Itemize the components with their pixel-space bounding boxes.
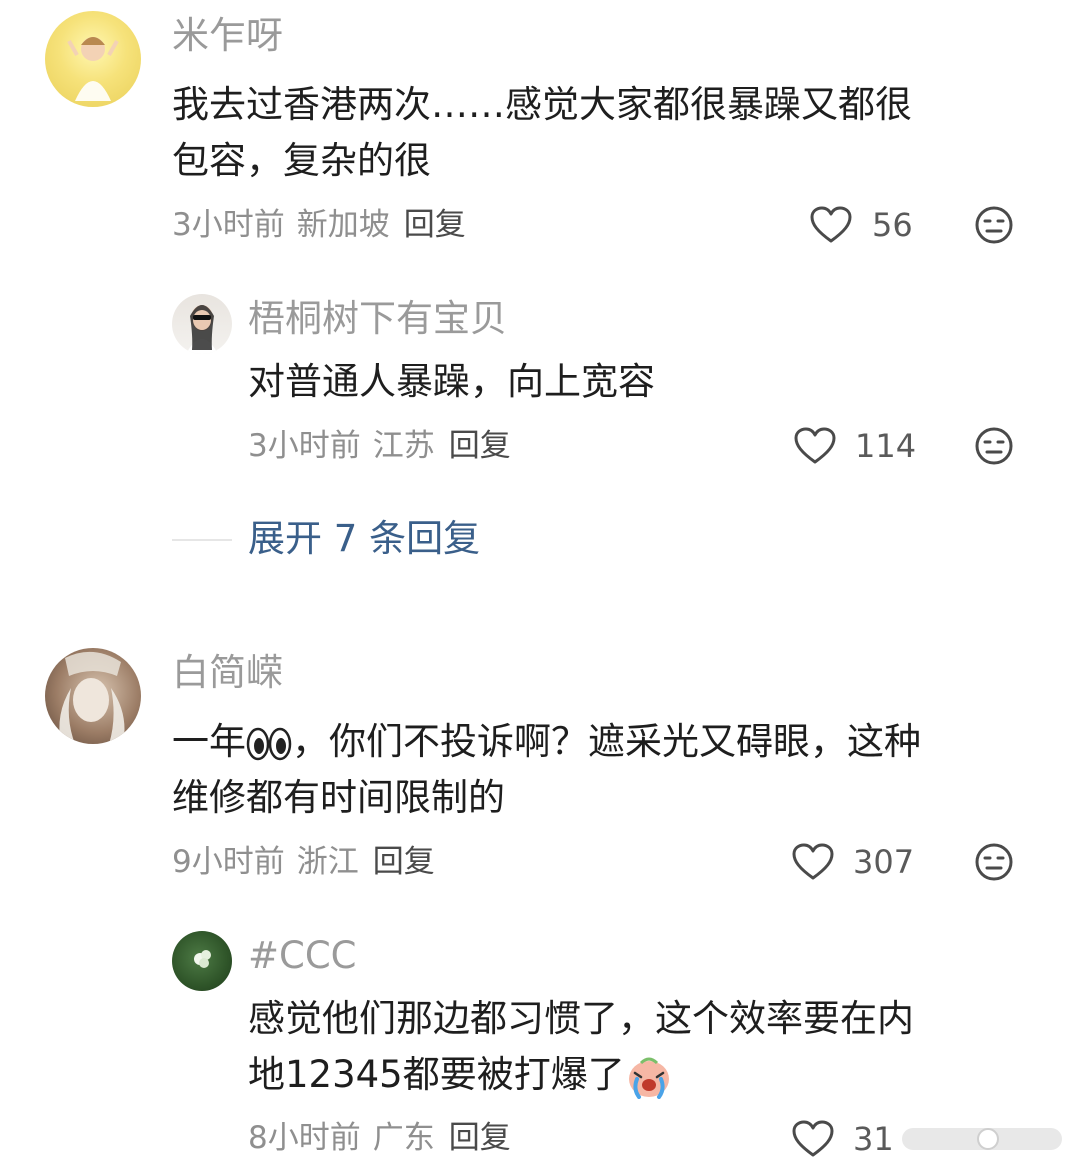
reply-username[interactable]: #CCC bbox=[248, 934, 357, 978]
comment-meta: 3小时前 新加坡 回复 bbox=[172, 205, 466, 245]
heart-outline-icon[interactable] bbox=[791, 842, 835, 882]
comment-text-line: 维修都有时间限制的 bbox=[172, 776, 505, 819]
expand-divider bbox=[172, 539, 232, 541]
like-count: 114 bbox=[855, 427, 917, 465]
reply-location: 江苏 bbox=[372, 428, 435, 464]
reply-location: 广东 bbox=[372, 1120, 435, 1156]
reply-meta: 3小时前 江苏 回复 bbox=[248, 426, 511, 466]
reply-text-part: 地12345都要被打爆了 bbox=[248, 1053, 625, 1096]
neutral-face-icon[interactable] bbox=[974, 205, 1014, 245]
comment-meta: 9小时前 浙江 回复 bbox=[172, 842, 435, 882]
comment-location: 新加坡 bbox=[296, 207, 390, 243]
eyes-emoji bbox=[246, 727, 292, 760]
reply-text-line: 地12345都要被打爆了 bbox=[248, 1047, 673, 1103]
expand-replies-button[interactable]: 展开 7 条回复 bbox=[248, 516, 480, 562]
heart-outline-icon[interactable] bbox=[791, 1119, 835, 1159]
reply-meta: 8小时前 广东 回复 bbox=[248, 1118, 511, 1158]
reply-time: 3小时前 bbox=[248, 428, 361, 464]
avatar-user-2[interactable] bbox=[172, 294, 232, 354]
avatar-user-4[interactable] bbox=[172, 931, 232, 991]
heart-outline-icon[interactable] bbox=[809, 205, 853, 245]
crying-emoji bbox=[628, 1057, 669, 1099]
watermark-overlay bbox=[892, 1118, 1072, 1160]
comment-text-part: 一年 bbox=[172, 720, 246, 763]
like-count: 56 bbox=[872, 206, 913, 244]
comment-text-part: ，你们不投诉啊？遮采光又碍眼，这种 bbox=[292, 720, 921, 763]
reply-username[interactable]: 梧桐树下有宝贝 bbox=[248, 297, 507, 341]
reply-text-line: 对普通人暴躁，向上宽容 bbox=[248, 360, 655, 403]
reply-button[interactable]: 回复 bbox=[404, 207, 466, 243]
comment-username[interactable]: 米乍呀 bbox=[172, 14, 283, 58]
reply-button[interactable]: 回复 bbox=[449, 428, 511, 464]
portrait-illustration bbox=[59, 651, 125, 744]
clover-illustration bbox=[194, 950, 211, 968]
reply-text-line: 感觉他们那边都习惯了，这个效率要在内 bbox=[248, 997, 914, 1040]
portrait-illustration bbox=[186, 305, 218, 354]
like-count: 31 bbox=[853, 1120, 894, 1158]
like-count: 307 bbox=[853, 843, 915, 881]
reply-time: 8小时前 bbox=[248, 1120, 361, 1156]
avatar-user-1[interactable] bbox=[45, 11, 141, 107]
comment-username[interactable]: 白简嵘 bbox=[172, 651, 283, 695]
neutral-face-icon[interactable] bbox=[974, 842, 1014, 882]
comment-time: 3小时前 bbox=[172, 207, 285, 243]
heart-outline-icon[interactable] bbox=[793, 426, 837, 466]
neutral-face-icon[interactable] bbox=[974, 426, 1014, 466]
angel-illustration bbox=[67, 37, 119, 101]
reply-button[interactable]: 回复 bbox=[449, 1120, 511, 1156]
avatar-user-3[interactable] bbox=[45, 648, 141, 744]
comment-location: 浙江 bbox=[296, 844, 359, 880]
comment-time: 9小时前 bbox=[172, 844, 285, 880]
comment-text-line: 一年 ，你们不投诉啊？遮采光又碍眼，这种 bbox=[172, 714, 921, 770]
comment-text-line: 包容，复杂的很 bbox=[172, 139, 431, 182]
comment-text-line: 我去过香港两次……感觉大家都很暴躁又都很 bbox=[172, 83, 912, 126]
reply-button[interactable]: 回复 bbox=[373, 844, 435, 880]
